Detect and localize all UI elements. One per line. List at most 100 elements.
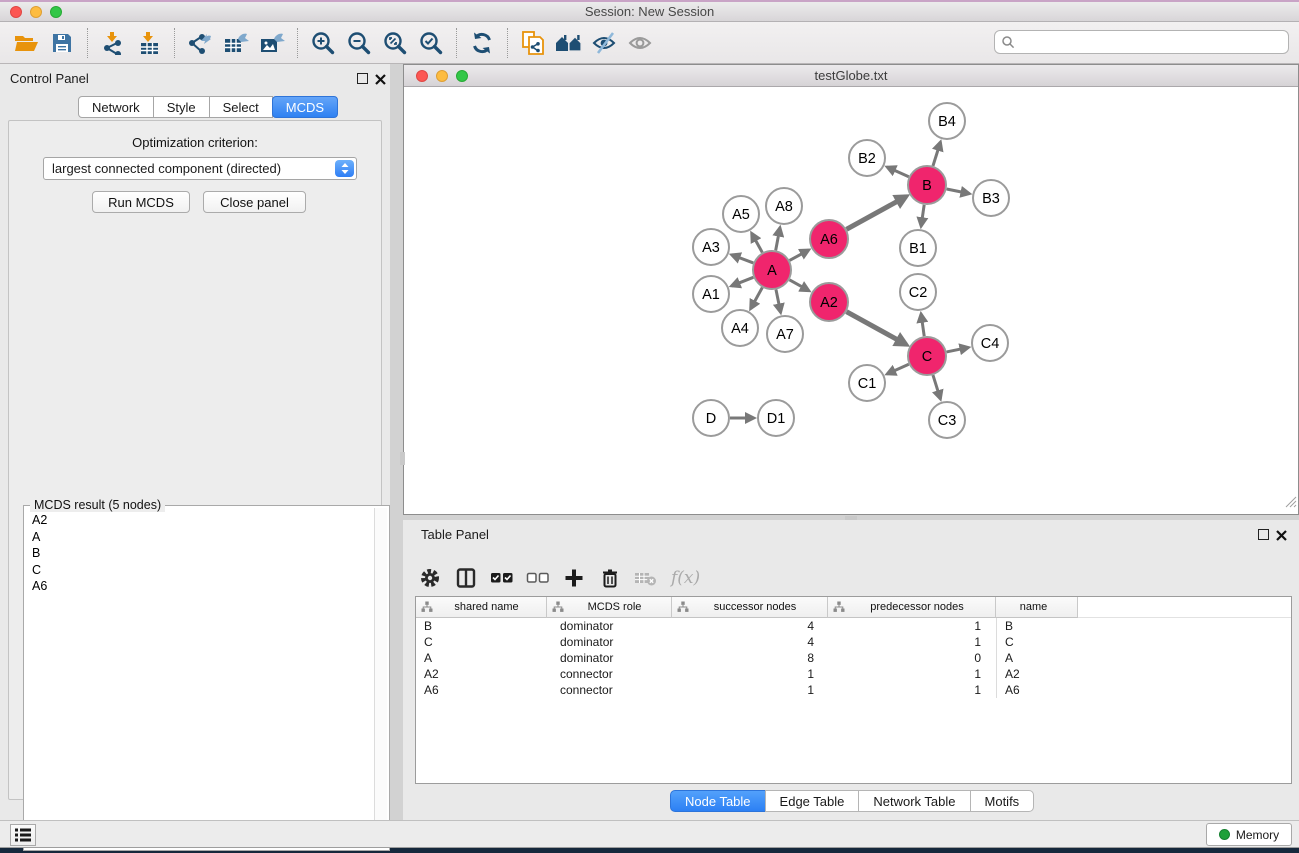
save-session-icon[interactable] xyxy=(46,26,78,60)
tab-node-table[interactable]: Node Table xyxy=(670,790,766,812)
table-cell[interactable]: C xyxy=(416,634,547,650)
graph-edge[interactable] xyxy=(752,233,763,252)
graph-node-C1[interactable]: C1 xyxy=(849,365,885,401)
table-row[interactable]: Adominator80A xyxy=(416,650,1291,666)
graph-edge[interactable] xyxy=(947,189,970,194)
show-selected-icon[interactable] xyxy=(625,26,657,60)
table-cell[interactable]: 8 xyxy=(672,650,828,666)
criterion-select[interactable]: largest connected component (directed) xyxy=(43,157,357,180)
table-row[interactable]: Cdominator41C xyxy=(416,634,1291,650)
clone-network-icon[interactable] xyxy=(517,26,549,60)
graph-edge[interactable] xyxy=(732,255,754,263)
zoom-in-icon[interactable] xyxy=(307,26,339,60)
show-task-history-button[interactable] xyxy=(10,824,36,846)
memory-button[interactable]: Memory xyxy=(1206,823,1292,846)
graph-node-C2[interactable]: C2 xyxy=(900,274,936,310)
search-input[interactable] xyxy=(1019,35,1282,49)
graph-node-D[interactable]: D xyxy=(693,400,729,436)
delete-table-icon[interactable] xyxy=(631,563,661,593)
result-item[interactable]: A2 xyxy=(26,512,373,529)
resize-grip-icon[interactable] xyxy=(1285,495,1297,513)
table-row[interactable]: Bdominator41B xyxy=(416,618,1291,634)
float-table-panel-icon[interactable] xyxy=(1258,529,1269,540)
tab-style[interactable]: Style xyxy=(153,96,210,118)
close-window-button[interactable] xyxy=(10,6,22,18)
export-network-icon[interactable] xyxy=(184,26,216,60)
graph-node-D1[interactable]: D1 xyxy=(758,400,794,436)
table-cell[interactable]: dominator xyxy=(547,634,672,650)
table-cell[interactable]: 4 xyxy=(672,618,828,634)
graph-node-A6[interactable]: A6 xyxy=(810,220,848,258)
column-header-mcds-role[interactable]: MCDS role xyxy=(547,597,672,618)
tab-network[interactable]: Network xyxy=(78,96,154,118)
show-all-networks-icon[interactable] xyxy=(553,26,585,60)
column-header-shared-name[interactable]: shared name xyxy=(416,597,547,618)
table-cell[interactable]: A6 xyxy=(996,682,1078,698)
table-settings-icon[interactable] xyxy=(415,563,445,593)
graph-edge[interactable] xyxy=(847,312,906,345)
select-all-icon[interactable] xyxy=(487,563,517,593)
graph-node-C[interactable]: C xyxy=(908,337,946,375)
graph-node-B3[interactable]: B3 xyxy=(973,180,1009,216)
create-column-icon[interactable] xyxy=(559,563,589,593)
graph-edge[interactable] xyxy=(921,205,924,226)
network-canvas[interactable]: AA1A2A3A4A5A6A7A8BB1B2B3B4CC1C2C3C4DD1 xyxy=(404,87,1298,514)
graph-node-C3[interactable]: C3 xyxy=(929,402,965,438)
run-mcds-button[interactable]: Run MCDS xyxy=(92,191,190,213)
function-builder-icon[interactable]: f(x) xyxy=(671,568,700,588)
table-cell[interactable]: 0 xyxy=(828,650,996,666)
table-cell[interactable]: 1 xyxy=(672,666,828,682)
graph-edge[interactable] xyxy=(731,277,753,286)
table-cell[interactable]: 4 xyxy=(672,634,828,650)
zoom-network-button[interactable] xyxy=(456,70,468,82)
table-cell[interactable]: A2 xyxy=(416,666,547,682)
graph-edge[interactable] xyxy=(790,250,809,260)
graph-edge[interactable] xyxy=(776,228,780,251)
result-scrollbar[interactable] xyxy=(374,508,387,848)
deselect-all-icon[interactable] xyxy=(523,563,553,593)
zoom-window-button[interactable] xyxy=(50,6,62,18)
graph-edge[interactable] xyxy=(751,288,763,309)
close-panel-button[interactable]: Close panel xyxy=(203,191,306,213)
minimize-window-button[interactable] xyxy=(30,6,42,18)
graph-edge[interactable] xyxy=(887,167,909,177)
column-header-predecessor-nodes[interactable]: predecessor nodes xyxy=(828,597,996,618)
column-header-successor-nodes[interactable]: successor nodes xyxy=(672,597,828,618)
graph-node-C4[interactable]: C4 xyxy=(972,325,1008,361)
graph-node-A1[interactable]: A1 xyxy=(693,276,729,312)
network-window-titlebar[interactable]: testGlobe.txt xyxy=(404,65,1298,87)
table-cell[interactable]: A6 xyxy=(416,682,547,698)
table-cell[interactable]: 1 xyxy=(828,682,996,698)
graph-edge[interactable] xyxy=(921,314,924,336)
table-cell[interactable]: connector xyxy=(547,682,672,698)
result-item[interactable]: B xyxy=(26,545,373,562)
graph-node-B[interactable]: B xyxy=(908,166,946,204)
float-panel-icon[interactable] xyxy=(357,73,368,84)
graph-node-B2[interactable]: B2 xyxy=(849,140,885,176)
canvas-vscroll-thumb[interactable] xyxy=(400,452,405,465)
export-image-icon[interactable] xyxy=(256,26,288,60)
graph-edge[interactable] xyxy=(847,197,906,230)
graph-edge[interactable] xyxy=(887,364,909,374)
graph-edge[interactable] xyxy=(776,290,781,313)
table-cell[interactable]: A xyxy=(416,650,547,666)
table-cell[interactable]: dominator xyxy=(547,618,672,634)
hide-selected-icon[interactable] xyxy=(589,26,621,60)
graph-node-A4[interactable]: A4 xyxy=(722,310,758,346)
graph-node-A8[interactable]: A8 xyxy=(766,188,802,224)
graph-node-B4[interactable]: B4 xyxy=(929,103,965,139)
table-cell[interactable]: 1 xyxy=(828,618,996,634)
result-item[interactable]: A xyxy=(26,529,373,546)
table-cell[interactable]: A xyxy=(996,650,1078,666)
table-cell[interactable]: B xyxy=(416,618,547,634)
tab-mcds[interactable]: MCDS xyxy=(272,96,338,118)
table-cell[interactable]: 1 xyxy=(828,634,996,650)
tab-edge-table[interactable]: Edge Table xyxy=(765,790,860,812)
search-box[interactable] xyxy=(994,30,1289,54)
graph-edge[interactable] xyxy=(933,142,940,166)
result-item[interactable]: A6 xyxy=(26,578,373,595)
result-item[interactable]: C xyxy=(26,562,373,579)
graph-edge[interactable] xyxy=(933,375,940,399)
close-table-panel-icon[interactable] xyxy=(1276,528,1287,546)
graph-edge[interactable] xyxy=(947,347,969,352)
